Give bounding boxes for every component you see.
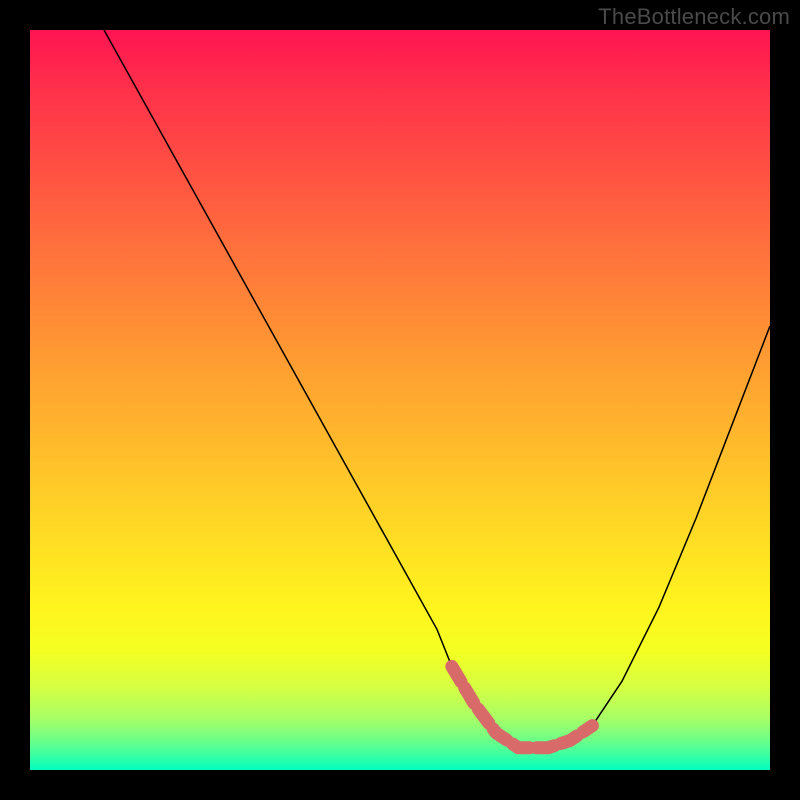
- plot-area: [30, 30, 770, 770]
- bottleneck-curve: [104, 30, 770, 748]
- watermark-text: TheBottleneck.com: [598, 4, 790, 30]
- optimal-range-highlight: [452, 666, 593, 747]
- chart-frame: TheBottleneck.com: [0, 0, 800, 800]
- curve-svg: [30, 30, 770, 770]
